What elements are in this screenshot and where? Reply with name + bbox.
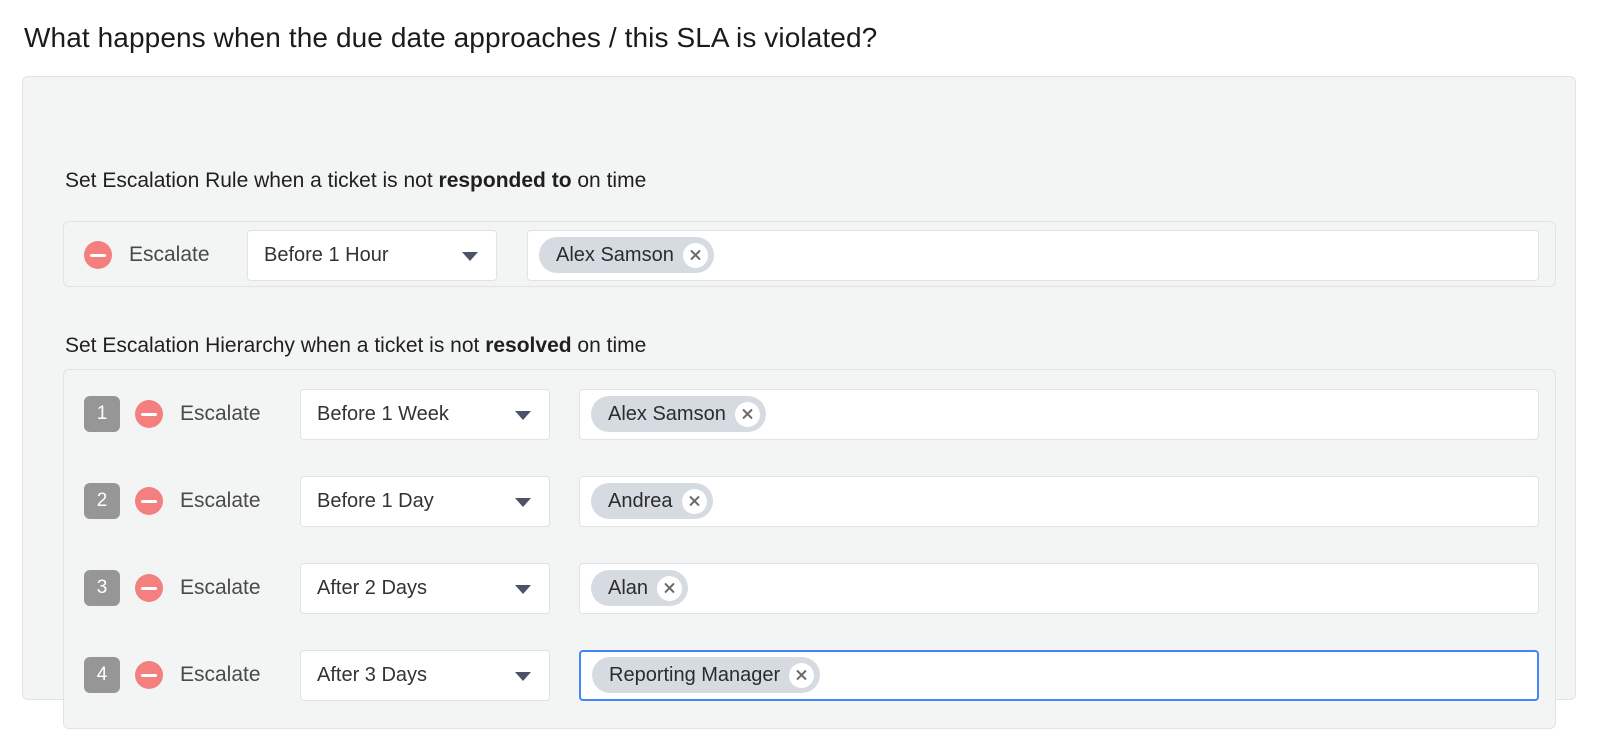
hierarchy-agent-token-input[interactable]: Reporting Manager [579,650,1539,701]
order-badge: 1 [84,396,120,432]
chevron-down-icon [515,585,531,594]
hierarchy-timing-select[interactable]: After 2 Days [300,563,550,614]
hierarchy-agent-token-input[interactable]: Alex Samson [579,389,1539,440]
response-escalation-row: Escalate Before 1 Hour Alex Samson [84,229,1539,281]
chevron-down-icon [515,498,531,507]
agent-token: Reporting Manager [592,657,820,693]
order-badge: 3 [84,570,120,606]
order-badge: 2 [84,483,120,519]
response-agent-token-input[interactable]: Alex Samson [527,230,1539,281]
hierarchy-escalation-row: 1 Escalate Before 1 Week Alex Samson [84,388,1539,440]
escalation-panel: Set Escalation Rule when a ticket is not… [22,76,1576,700]
hierarchy-timing-value: Before 1 Week [301,401,449,427]
agent-token-label: Alex Samson [608,401,726,427]
hierarchy-timing-select[interactable]: Before 1 Day [300,476,550,527]
hierarchy-timing-select[interactable]: Before 1 Week [300,389,550,440]
agent-token-label: Andrea [608,488,673,514]
agent-token-label: Alex Samson [556,242,674,268]
response-timing-value: Before 1 Hour [248,242,389,268]
order-badge: 4 [84,657,120,693]
hierarchy-label-suffix: on time [572,334,647,357]
hierarchy-timing-value: After 2 Days [301,575,427,601]
agent-token: Andrea [591,483,713,519]
escalate-label: Escalate [180,661,300,689]
hierarchy-agent-token-input[interactable]: Alan [579,563,1539,614]
hierarchy-timing-select[interactable]: After 3 Days [300,650,550,701]
response-section-label: Set Escalation Rule when a ticket is not… [65,167,646,195]
minus-circle-icon[interactable] [135,400,163,428]
close-icon[interactable] [683,243,708,268]
agent-token-label: Reporting Manager [609,662,780,688]
hierarchy-label-prefix: Set Escalation Hierarchy when a ticket i… [65,334,485,357]
hierarchy-timing-value: Before 1 Day [301,488,434,514]
close-icon[interactable] [657,576,682,601]
minus-circle-icon[interactable] [135,661,163,689]
minus-circle-icon[interactable] [135,574,163,602]
escalate-label: Escalate [180,574,300,602]
page-title: What happens when the due date approache… [24,18,877,58]
escalate-label: Escalate [180,487,300,515]
agent-token: Alan [591,570,688,606]
hierarchy-agent-token-input[interactable]: Andrea [579,476,1539,527]
escalate-label: Escalate [129,241,247,269]
agent-token: Alex Samson [539,237,714,273]
agent-token: Alex Samson [591,396,766,432]
response-label-suffix: on time [572,169,647,192]
escalation-settings-page: What happens when the due date approache… [0,0,1600,731]
hierarchy-label-bold: resolved [485,334,571,357]
hierarchy-escalation-group: 1 Escalate Before 1 Week Alex Samson 2 [63,369,1556,729]
close-icon[interactable] [789,663,814,688]
response-escalation-group: Escalate Before 1 Hour Alex Samson [63,221,1556,287]
hierarchy-escalation-row: 3 Escalate After 2 Days Alan [84,562,1539,614]
hierarchy-timing-value: After 3 Days [301,662,427,688]
response-label-prefix: Set Escalation Rule when a ticket is not [65,169,439,192]
chevron-down-icon [515,672,531,681]
minus-circle-icon[interactable] [135,487,163,515]
hierarchy-escalation-row: 2 Escalate Before 1 Day Andrea [84,475,1539,527]
response-timing-select[interactable]: Before 1 Hour [247,230,497,281]
chevron-down-icon [515,411,531,420]
minus-circle-icon[interactable] [84,241,112,269]
agent-token-label: Alan [608,575,648,601]
close-icon[interactable] [682,489,707,514]
close-icon[interactable] [735,402,760,427]
hierarchy-escalation-row: 4 Escalate After 3 Days Reporting Manage… [84,649,1539,701]
chevron-down-icon [462,252,478,261]
escalate-label: Escalate [180,400,300,428]
response-label-bold: responded to [439,169,572,192]
hierarchy-section-label: Set Escalation Hierarchy when a ticket i… [65,332,646,360]
